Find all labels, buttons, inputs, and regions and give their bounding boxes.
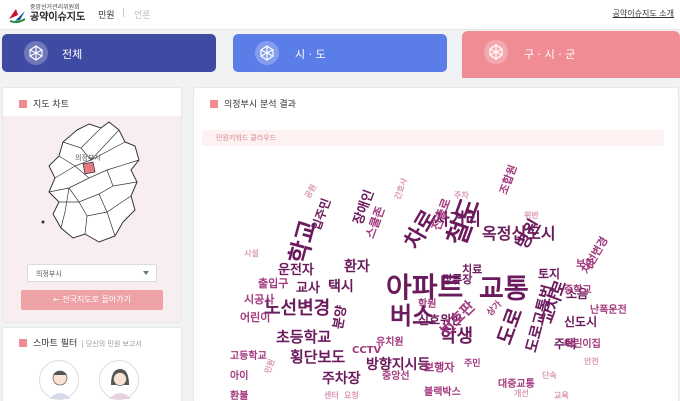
tab-sigungu[interactable]: 구 · 시 · 군 bbox=[462, 31, 680, 78]
female-avatar-button[interactable] bbox=[99, 360, 139, 400]
cloud-keyword[interactable]: 시공사 bbox=[244, 294, 274, 305]
cloud-keyword[interactable]: 출입구 bbox=[258, 278, 288, 289]
cloud-keyword[interactable]: 아이 bbox=[230, 372, 248, 382]
cloud-keyword[interactable]: 어린이집 bbox=[564, 340, 601, 350]
about-link[interactable]: 공약이슈지도 소개 bbox=[613, 8, 674, 19]
cloud-keyword[interactable]: 입주민 bbox=[309, 197, 333, 233]
cloud-keyword[interactable]: 보험 bbox=[576, 260, 594, 270]
uijeongbu-highlight[interactable] bbox=[82, 161, 96, 175]
cloud-keyword[interactable]: 환자 bbox=[344, 260, 370, 274]
cloud-keyword[interactable]: 운전자 bbox=[278, 264, 314, 277]
cloud-keyword[interactable]: 교통 bbox=[479, 276, 529, 303]
tab-sido[interactable]: 시 · 도 bbox=[233, 34, 447, 72]
keyword-cloud-header: 민원키워드 클라우드 bbox=[202, 130, 664, 146]
cloud-keyword[interactable]: 병원 bbox=[512, 216, 545, 253]
nav-press[interactable]: 언론 bbox=[134, 8, 151, 21]
male-avatar-icon bbox=[49, 370, 71, 399]
cloud-keyword[interactable]: 토지 bbox=[538, 268, 560, 280]
smart-filter-panel: 스마트 필터 | 당신의 민원 보고서 bbox=[2, 327, 182, 401]
cloud-keyword[interactable]: 안전 bbox=[584, 358, 599, 366]
cloud-keyword[interactable]: 치료 bbox=[462, 264, 482, 275]
tab-sigungu-label: 구 · 시 · 군 bbox=[524, 48, 576, 61]
cloud-keyword[interactable]: 초등학교 bbox=[276, 330, 331, 345]
network-icon bbox=[24, 41, 48, 65]
cloud-keyword[interactable]: 주차장 bbox=[322, 372, 361, 386]
title-marker-icon bbox=[19, 100, 27, 108]
cloud-keyword[interactable]: 보행자 bbox=[424, 362, 454, 373]
region-level-tabs: 전체 시 · 도 구 · 시 · 군 bbox=[0, 31, 680, 79]
panel-title: 지도 차트 bbox=[19, 97, 69, 110]
cloud-keyword[interactable]: 분양 bbox=[331, 304, 350, 330]
cloud-keyword[interactable]: 민원 bbox=[263, 358, 276, 375]
cloud-keyword[interactable]: 주차 bbox=[454, 192, 469, 200]
cloud-keyword[interactable]: 난폭운전 bbox=[590, 306, 627, 316]
filter-hint: 당신의 민원 보고서 bbox=[85, 340, 142, 348]
filter-hint-label: | 당신의 민원 보고서 bbox=[81, 340, 142, 348]
network-icon bbox=[255, 41, 279, 65]
analysis-result-panel: 의정부시 분석 결과 민원키워드 클라우드 아파트 교통 버스 노선변경 철도 학교 도로 학… bbox=[193, 87, 679, 401]
cloud-keyword[interactable]: 위반 bbox=[524, 212, 539, 220]
cloud-keyword[interactable]: 간호사 bbox=[393, 177, 409, 201]
cloud-keyword[interactable]: 택시 bbox=[328, 280, 354, 294]
female-avatar-icon bbox=[109, 369, 131, 399]
back-to-national-map-button[interactable]: ← 전국지도로 돌아가기 bbox=[21, 290, 163, 310]
cloud-keyword[interactable]: 중앙선 bbox=[382, 372, 410, 382]
region-select[interactable]: 의정부시 bbox=[27, 264, 157, 282]
result-title: 의정부시 분석 결과 bbox=[224, 100, 296, 110]
cloud-keyword[interactable]: 센터 bbox=[324, 392, 339, 400]
cloud-keyword[interactable]: 횡단보도 bbox=[290, 350, 345, 365]
nec-logo-icon[interactable] bbox=[6, 4, 28, 26]
cloud-keyword[interactable]: 시설 bbox=[244, 250, 259, 258]
cloud-keyword[interactable]: 주민 bbox=[464, 360, 481, 369]
cloud-keyword[interactable]: 방향지시등 bbox=[366, 358, 430, 372]
smart-filter-title: 스마트 필터 bbox=[33, 339, 78, 349]
title-marker-icon bbox=[210, 100, 218, 108]
cloud-keyword[interactable]: 단속 bbox=[542, 372, 557, 380]
tab-sido-label: 시 · 도 bbox=[295, 48, 326, 61]
cloud-keyword[interactable]: 블랙박스 bbox=[424, 388, 461, 398]
cloud-keyword[interactable]: 공원 bbox=[303, 183, 318, 200]
gyeonggi-region-map[interactable]: 의정부시 bbox=[3, 116, 181, 256]
cloud-keyword[interactable]: 환불 bbox=[230, 392, 248, 401]
cloud-keyword[interactable]: 교사 bbox=[296, 282, 320, 295]
map-chart-panel: 지도 차트 의정부시 의정부시 ← 전국지도로 돌아가기 bbox=[2, 87, 182, 323]
panel-title: 스마트 필터 | 당신의 민원 보고서 bbox=[19, 336, 142, 349]
cloud-keyword[interactable]: 교육 bbox=[554, 392, 569, 400]
cloud-keyword[interactable]: 신도시 bbox=[564, 316, 597, 328]
chevron-down-icon bbox=[143, 271, 149, 275]
keyword-word-cloud: 아파트 교통 버스 노선변경 철도 학교 도로 학생 차로 옥정신도시 사거리 병원 초등학교 횡단보도 주… bbox=[224, 152, 664, 400]
cloud-keyword[interactable]: 중학교 bbox=[564, 286, 592, 296]
map-label: 의정부시 bbox=[75, 153, 101, 162]
logo-title[interactable]: 공약이슈지도 bbox=[30, 12, 85, 24]
cloud-keyword[interactable]: 어린이 bbox=[240, 312, 270, 323]
cloud-keyword[interactable]: 학원 bbox=[418, 300, 436, 310]
cloud-keyword[interactable]: 조합원 bbox=[497, 163, 520, 196]
region-select-value: 의정부시 bbox=[36, 270, 62, 278]
tab-all[interactable]: 전체 bbox=[2, 34, 216, 72]
nav-civil-complaint[interactable]: 민원 bbox=[98, 8, 115, 21]
tab-all-label: 전체 bbox=[62, 48, 83, 61]
cloud-keyword[interactable]: 요청 bbox=[344, 392, 359, 400]
male-avatar-button[interactable] bbox=[39, 360, 79, 400]
title-marker-icon bbox=[19, 339, 27, 347]
nav-separator: | bbox=[122, 8, 126, 18]
cloud-keyword[interactable]: CCTV bbox=[352, 346, 381, 356]
panel-title: 의정부시 분석 결과 bbox=[210, 97, 296, 110]
top-navigation: 중앙선거관리위원회 공약이슈지도 민원 | 언론 공약이슈지도 소개 bbox=[0, 0, 680, 30]
map-panel-title: 지도 차트 bbox=[33, 100, 69, 110]
logo-subtitle: 중앙선거관리위원회 bbox=[30, 4, 80, 11]
cloud-keyword[interactable]: 개선 bbox=[514, 390, 529, 398]
network-icon bbox=[484, 40, 508, 64]
cloud-keyword[interactable]: 고등학교 bbox=[230, 352, 267, 362]
keyword-cloud-title: 민원키워드 클라우드 bbox=[216, 134, 277, 142]
